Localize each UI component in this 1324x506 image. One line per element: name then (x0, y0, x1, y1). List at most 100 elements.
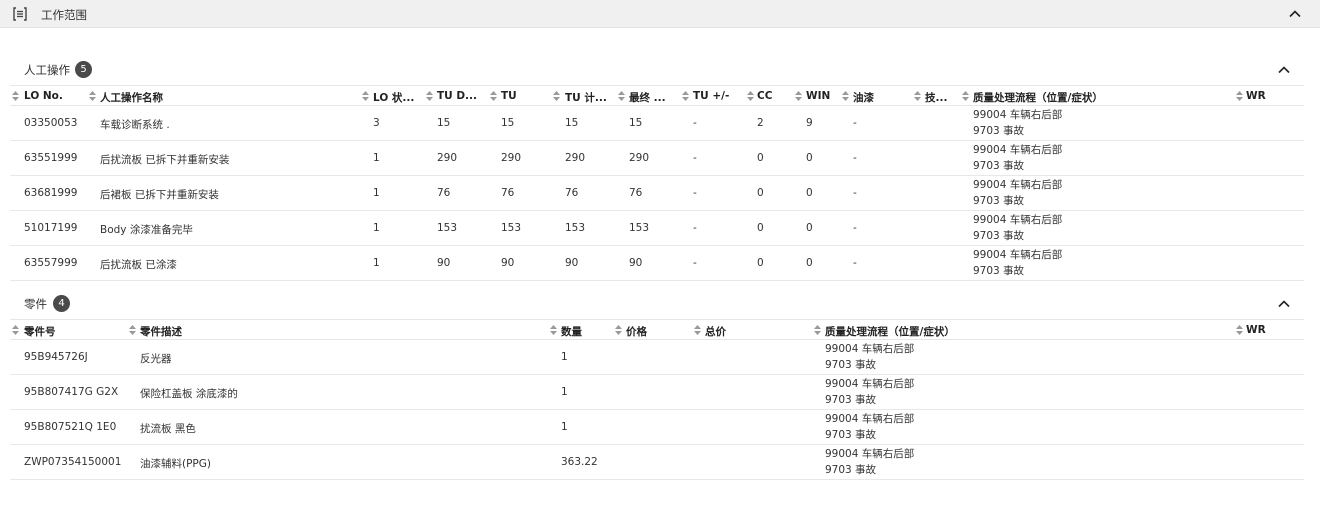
tu: 15 (501, 117, 515, 129)
col-final[interactable]: 最终 ... (629, 90, 679, 105)
sort-arrows-icon[interactable] (490, 91, 497, 101)
quality-symptom: 9703 事故 (825, 359, 877, 371)
sort-arrows-icon[interactable] (747, 91, 754, 101)
sort-arrows-icon[interactable] (550, 325, 557, 335)
chevron-up-icon[interactable] (1277, 297, 1291, 311)
parts-section-title: 零件 (24, 297, 47, 311)
sort-arrows-icon[interactable] (12, 91, 19, 101)
col-labor-name[interactable]: 人工操作名称 (100, 90, 300, 105)
col-quality-process[interactable]: 质量处理流程（位置/症状） (825, 324, 1065, 339)
quality-symptom: 9703 事故 (973, 230, 1025, 242)
sort-arrows-icon[interactable] (682, 91, 689, 101)
chevron-up-icon[interactable] (1288, 7, 1302, 21)
quality-location: 99004 车辆右后部 (973, 214, 1063, 226)
labor-table-header: LO No. 人工操作名称 LO 状... TU D... TU TU 计...… (10, 85, 1304, 106)
final: 15 (629, 117, 643, 129)
quality-process: 99004 车辆右后部 9703 事故 (973, 177, 1062, 209)
table-row[interactable]: 95B807521Q 1E0 扰流板 黑色 1 99004 车辆右后部 9703… (10, 410, 1304, 445)
col-tu[interactable]: TU (501, 90, 547, 102)
tu-d: 153 (437, 222, 458, 234)
labor-name: 后裙板 已拆下并重新安装 (100, 189, 219, 201)
part-qty: 1 (561, 386, 568, 398)
paint: - (853, 152, 857, 164)
sort-arrows-icon[interactable] (12, 325, 19, 335)
quality-location: 99004 车辆右后部 (825, 413, 915, 425)
quality-process: 99004 车辆右后部 9703 事故 (973, 107, 1062, 139)
col-part-desc[interactable]: 零件描述 (140, 324, 340, 339)
col-wr[interactable]: WR (1246, 90, 1276, 102)
lo-no: 51017199 (24, 222, 78, 234)
sort-arrows-icon[interactable] (362, 91, 369, 101)
tu-calc: 15 (565, 117, 579, 129)
col-wr[interactable]: WR (1246, 324, 1276, 336)
labor-name: 车载诊断系统 . (100, 119, 170, 131)
labor-name: 后扰流板 已拆下并重新安装 (100, 154, 230, 166)
sort-arrows-icon[interactable] (89, 91, 96, 101)
col-total[interactable]: 总价 (705, 324, 745, 339)
table-row[interactable]: 03350053 车载诊断系统 . 3 15 15 15 15 - 2 9 - … (10, 106, 1304, 141)
win: 0 (806, 152, 813, 164)
lo-no: 63681999 (24, 187, 78, 199)
win: 0 (806, 222, 813, 234)
quality-location: 99004 车辆右后部 (973, 109, 1063, 121)
sort-arrows-icon[interactable] (795, 91, 802, 101)
win: 9 (806, 117, 813, 129)
col-win[interactable]: WIN (806, 90, 842, 102)
sort-arrows-icon[interactable] (842, 91, 849, 101)
chevron-up-icon[interactable] (1277, 63, 1291, 77)
col-quality-process[interactable]: 质量处理流程（位置/症状） (973, 90, 1213, 105)
lo-no: 03350053 (24, 117, 78, 129)
cc: 0 (757, 152, 764, 164)
sort-arrows-icon[interactable] (129, 325, 136, 335)
col-price[interactable]: 价格 (626, 324, 666, 339)
table-row[interactable]: 63681999 后裙板 已拆下并重新安装 1 76 76 76 76 - 0 … (10, 176, 1304, 211)
sort-arrows-icon[interactable] (1236, 91, 1243, 101)
cc: 0 (757, 222, 764, 234)
tu-calc: 290 (565, 152, 586, 164)
sort-arrows-icon[interactable] (553, 91, 560, 101)
part-no: ZWP07354150001 (24, 456, 122, 468)
tu-d: 290 (437, 152, 458, 164)
sort-arrows-icon[interactable] (914, 91, 921, 101)
quality-location: 99004 车辆右后部 (973, 249, 1063, 261)
sort-arrows-icon[interactable] (694, 325, 701, 335)
quality-process: 99004 车辆右后部 9703 事故 (825, 341, 914, 373)
col-cc[interactable]: CC (757, 90, 793, 102)
table-row[interactable]: 63551999 后扰流板 已拆下并重新安装 1 290 290 290 290… (10, 141, 1304, 176)
sort-arrows-icon[interactable] (814, 325, 821, 335)
tu-d: 15 (437, 117, 451, 129)
col-tu-d[interactable]: TU D... (437, 90, 483, 102)
col-paint[interactable]: 油漆 (853, 90, 903, 105)
quality-symptom: 9703 事故 (825, 429, 877, 441)
quality-symptom: 9703 事故 (825, 464, 877, 476)
col-tech[interactable]: 技... (925, 90, 959, 105)
col-tu-calc[interactable]: TU 计... (565, 90, 617, 105)
quality-location: 99004 车辆右后部 (973, 179, 1063, 191)
col-qty[interactable]: 数量 (561, 324, 601, 339)
quality-symptom: 9703 事故 (825, 394, 877, 406)
lo-status: 1 (373, 152, 380, 164)
lo-no: 63551999 (24, 152, 78, 164)
table-row[interactable]: 63557999 后扰流板 已涂漆 1 90 90 90 90 - 0 0 - … (10, 246, 1304, 281)
sort-arrows-icon[interactable] (618, 91, 625, 101)
quality-symptom: 9703 事故 (973, 160, 1025, 172)
col-part-no[interactable]: 零件号 (24, 324, 114, 339)
sort-arrows-icon[interactable] (1236, 325, 1243, 335)
lo-no: 63557999 (24, 257, 78, 269)
work-scope-header[interactable]: 工作范围 (0, 0, 1320, 28)
table-row[interactable]: 95B807417G G2X 保险杠盖板 涂底漆的 1 99004 车辆右后部 … (10, 375, 1304, 410)
final: 153 (629, 222, 650, 234)
sort-arrows-icon[interactable] (426, 91, 433, 101)
table-row[interactable]: ZWP07354150001 油漆辅料(PPG) 363.22 99004 车辆… (10, 445, 1304, 480)
col-lo-no[interactable]: LO No. (24, 90, 84, 102)
sort-arrows-icon[interactable] (615, 325, 622, 335)
sort-arrows-icon[interactable] (962, 91, 969, 101)
part-desc: 反光器 (140, 353, 172, 365)
win: 0 (806, 257, 813, 269)
table-row[interactable]: 51017199 Body 涂漆准备完毕 1 153 153 153 153 -… (10, 211, 1304, 246)
table-row[interactable]: 95B945726J 反光器 1 99004 车辆右后部 9703 事故 (10, 340, 1304, 375)
lo-status: 3 (373, 117, 380, 129)
quality-symptom: 9703 事故 (973, 125, 1025, 137)
col-lo-status[interactable]: LO 状... (373, 90, 425, 105)
col-tu-plus-minus[interactable]: TU +/- (693, 90, 749, 102)
